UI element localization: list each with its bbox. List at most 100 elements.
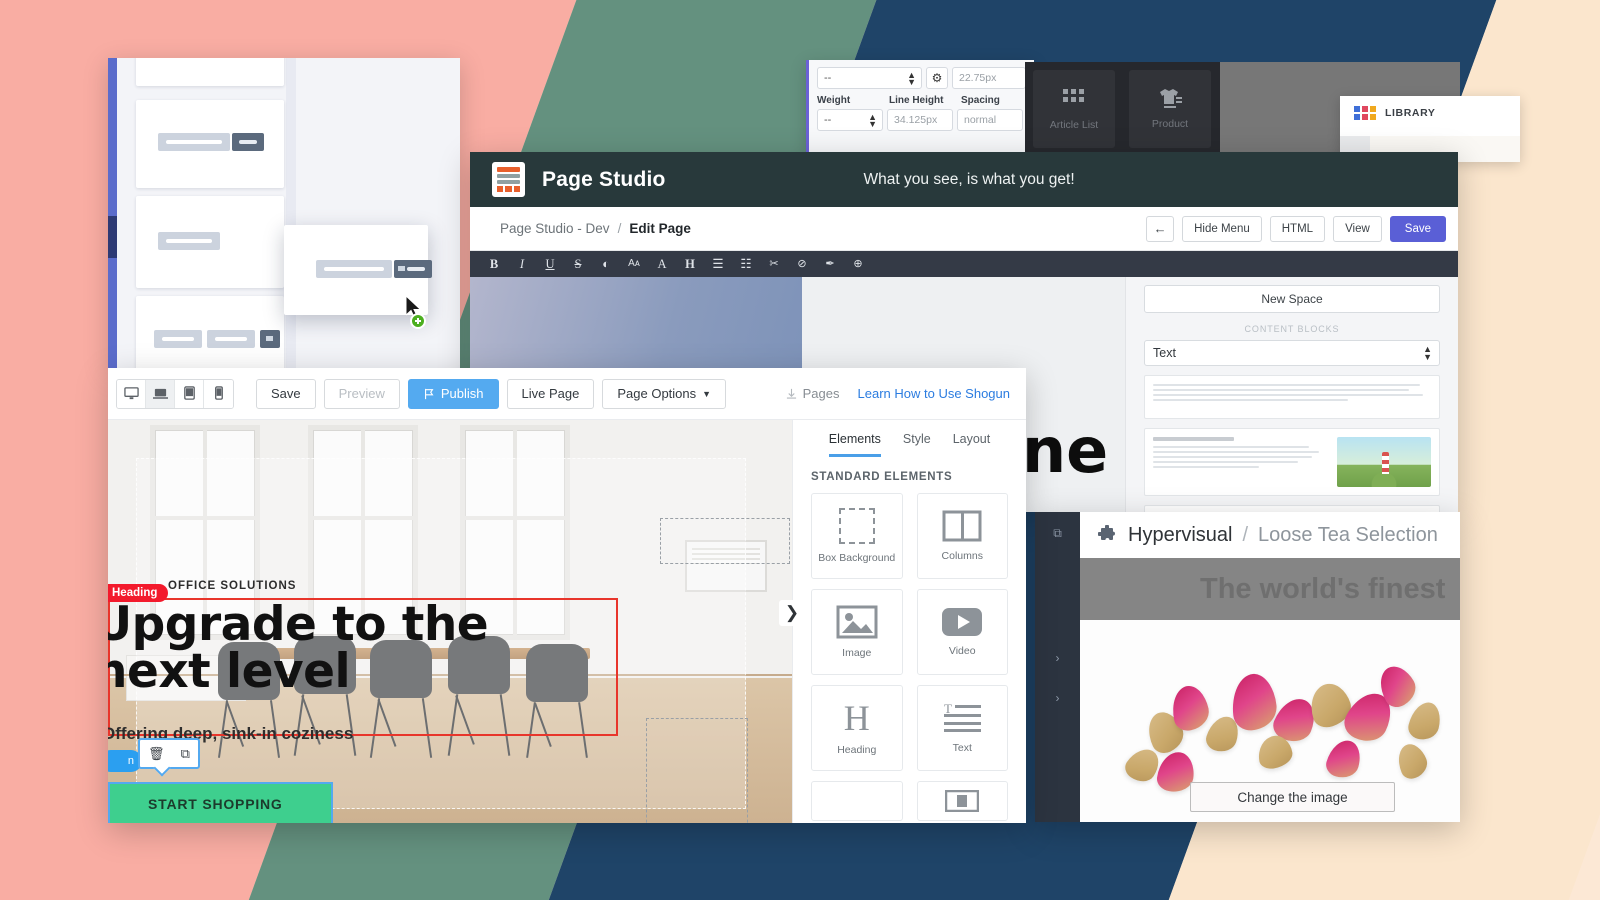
eraser-icon[interactable]: ✒	[816, 251, 844, 277]
unlink-icon[interactable]: ⊘	[788, 251, 816, 277]
font-weight-select[interactable]: -- ▲ ▼	[817, 109, 883, 131]
contrast-icon[interactable]: ◐	[592, 251, 620, 277]
trash-icon[interactable]: 🗑	[148, 746, 165, 762]
element-tile-product[interactable]: Product	[1129, 70, 1211, 148]
element-tile-article-list[interactable]: Article List	[1033, 70, 1115, 148]
laptop-icon[interactable]	[146, 379, 175, 408]
hypervisual-window: ⧉ › › Hypervisual / Loose Tea Selection …	[1035, 512, 1460, 822]
element-handle-badge[interactable]: n	[108, 750, 142, 772]
strikethrough-icon[interactable]: S	[564, 251, 592, 277]
bold-icon[interactable]: B	[480, 251, 508, 277]
element-image[interactable]: Image	[811, 589, 903, 675]
form-builder-card[interactable]	[136, 100, 284, 188]
external-link-icon[interactable]: ⧉	[1035, 526, 1080, 541]
desktop-icon[interactable]	[117, 379, 146, 408]
heading-icon[interactable]: H	[676, 251, 704, 277]
content-block-preview[interactable]	[1144, 375, 1440, 419]
font-family-value: --	[824, 72, 832, 84]
element-control-bar[interactable]: 🗑 ⧉	[138, 738, 200, 769]
hypervisual-photo[interactable]: Change the image	[1080, 620, 1460, 822]
tab-style[interactable]: Style	[903, 432, 931, 457]
element-video[interactable]: Video	[916, 589, 1008, 675]
form-builder-column-gap	[286, 58, 296, 370]
download-icon	[786, 388, 796, 399]
hypervisual-hero-text: The world's finest	[1200, 572, 1446, 605]
chevron-right-icon[interactable]: ›	[1035, 651, 1080, 665]
new-space-button[interactable]: New Space	[1144, 285, 1440, 313]
video-play-icon	[942, 607, 983, 636]
text-color-icon[interactable]: A	[648, 251, 676, 277]
drag-add-icon	[410, 313, 426, 329]
hypervisual-page-name: Loose Tea Selection	[1258, 523, 1438, 546]
gear-icon[interactable]: ⚙	[926, 67, 948, 89]
shogun-toolbar: Save Preview Publish Live Page Page Opti…	[108, 368, 1026, 420]
content-blocks-heading: CONTENT BLOCKS	[1244, 324, 1340, 334]
duplicate-icon[interactable]: ⧉	[181, 746, 190, 762]
font-size-input[interactable]: 22.75px	[952, 67, 1026, 89]
page-studio-header: Page Studio What you see, is what you ge…	[470, 152, 1458, 207]
underline-icon[interactable]: U	[536, 251, 564, 277]
hide-menu-button[interactable]: Hide Menu	[1182, 215, 1262, 242]
preview-button[interactable]: Preview	[323, 378, 400, 409]
layout-icon	[945, 790, 980, 812]
form-builder-window	[108, 58, 460, 370]
element-tile-label: Product	[1151, 118, 1189, 130]
form-builder-card[interactable]	[136, 196, 284, 288]
shogun-window: Save Preview Publish Live Page Page Opti…	[108, 368, 1026, 823]
publish-flag-icon	[424, 388, 434, 399]
hypervisual-header: Hypervisual / Loose Tea Selection	[1080, 512, 1460, 558]
element-card-partial[interactable]	[916, 781, 1008, 821]
page-studio-logo-icon	[492, 162, 525, 197]
dashed-drop-zone[interactable]	[646, 718, 748, 823]
puzzle-icon	[1098, 525, 1115, 540]
breadcrumb-root[interactable]: Page Studio - Dev	[500, 221, 610, 236]
page-studio-sidebar: New Space CONTENT BLOCKS Text ▲ ▼	[1125, 277, 1458, 512]
content-block-preview[interactable]	[1144, 428, 1440, 496]
tablet-icon[interactable]	[175, 379, 204, 408]
align-icon[interactable]: ☰	[704, 251, 732, 277]
publish-button[interactable]: Publish	[407, 378, 499, 409]
back-button[interactable]: ←	[1146, 215, 1175, 242]
device-switcher[interactable]	[116, 378, 234, 409]
live-page-button[interactable]: Live Page	[506, 378, 595, 409]
font-family-select[interactable]: -- ▲ ▼	[817, 67, 922, 89]
element-box-background[interactable]: Box Background	[811, 493, 903, 579]
element-heading[interactable]: H Heading	[811, 685, 903, 771]
hypervisual-separator: /	[1242, 523, 1249, 546]
element-label: Image	[842, 646, 872, 659]
more-icon[interactable]: ⊕	[844, 251, 872, 277]
element-text[interactable]: T Text	[916, 685, 1008, 771]
font-size-icon[interactable]: Aᴀ	[620, 251, 648, 277]
tab-layout[interactable]: Layout	[953, 432, 991, 457]
element-tile-label: Article List	[1049, 119, 1099, 131]
content-block-preview[interactable]	[1144, 505, 1440, 512]
dashed-drop-zone[interactable]	[660, 518, 790, 564]
shogun-preview-canvas[interactable]: OFFICE SOLUTIONS Heading Upgrade to the …	[108, 420, 792, 823]
mobile-icon[interactable]	[204, 379, 233, 408]
pages-button[interactable]: Pages	[786, 386, 840, 401]
element-card-partial[interactable]	[811, 781, 903, 821]
chevron-right-icon[interactable]: ›	[1035, 691, 1080, 705]
form-builder-card[interactable]	[136, 58, 284, 86]
chevron-right-icon[interactable]: ❯	[779, 600, 805, 626]
library-label: LIBRARY	[1385, 107, 1436, 119]
page-options-button[interactable]: Page Options ▼	[602, 378, 727, 409]
tab-elements[interactable]: Elements	[828, 432, 881, 457]
content-block-type-select[interactable]: Text ▲ ▼	[1144, 340, 1440, 366]
hero-headline[interactable]: Upgrade to the next level	[108, 601, 614, 695]
list-icon[interactable]: ☷	[732, 251, 760, 277]
html-button[interactable]: HTML	[1269, 215, 1326, 242]
learn-link[interactable]: Learn How to Use Shogun	[858, 386, 1010, 401]
italic-icon[interactable]: I	[508, 251, 536, 277]
letter-spacing-input[interactable]: normal	[957, 109, 1023, 131]
change-image-button[interactable]: Change the image	[1190, 782, 1395, 812]
save-button[interactable]: Save	[1389, 215, 1446, 242]
start-shopping-button[interactable]: START SHOPPING	[108, 782, 333, 823]
link-icon[interactable]: ✂	[760, 251, 788, 277]
view-button[interactable]: View	[1333, 215, 1382, 242]
save-button[interactable]: Save	[256, 378, 316, 409]
element-columns[interactable]: Columns	[916, 493, 1008, 579]
line-height-input[interactable]: 34.125px	[887, 109, 953, 131]
form-builder-card[interactable]	[136, 296, 284, 370]
canvas-gradient-block[interactable]	[470, 277, 802, 375]
